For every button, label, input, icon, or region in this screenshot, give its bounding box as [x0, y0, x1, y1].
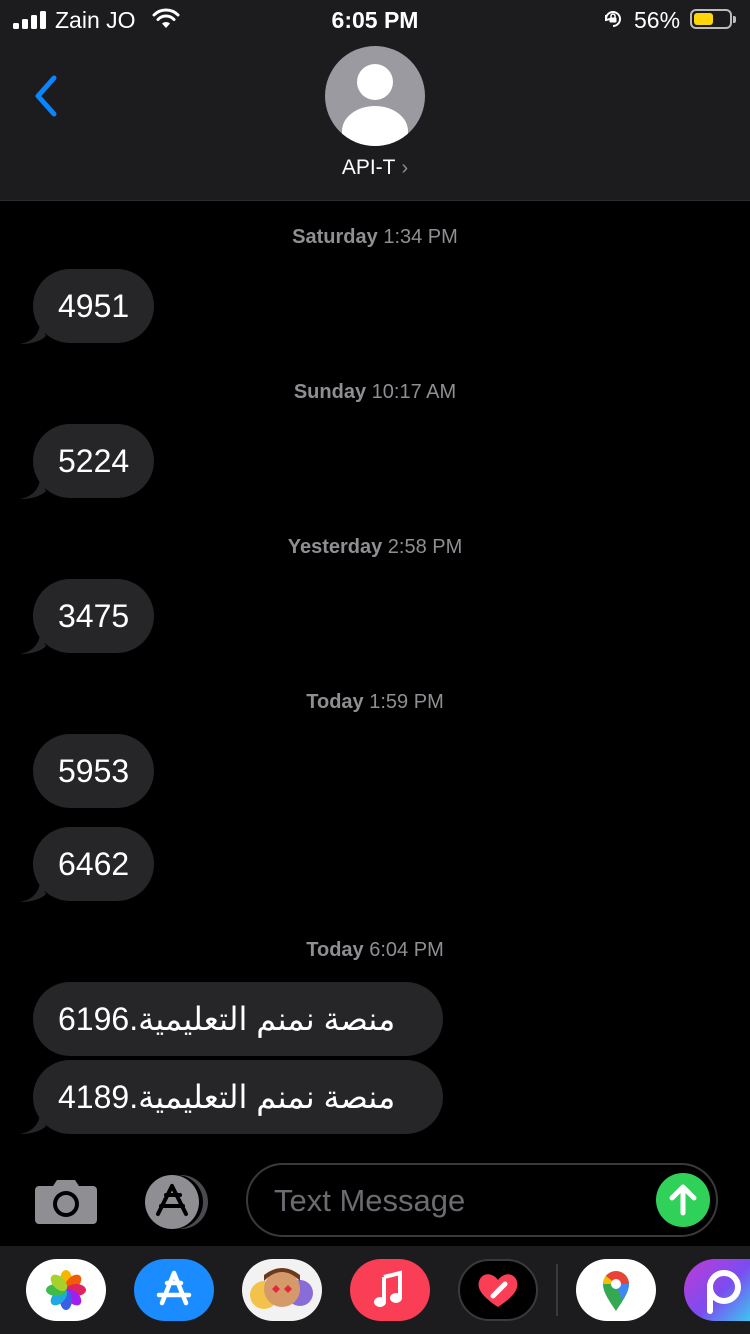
battery-icon — [690, 9, 736, 29]
camera-icon[interactable] — [35, 1178, 97, 1224]
app-store-icon[interactable] — [134, 1259, 214, 1321]
battery-nub — [733, 16, 736, 23]
picsart-icon[interactable] — [684, 1259, 750, 1321]
orientation-lock-icon — [605, 11, 621, 27]
timestamp: Yesterday 2:58 PM — [287, 536, 463, 558]
message-input-placeholder: Text Message — [274, 1183, 466, 1218]
battery-level-fill — [694, 13, 713, 25]
music-icon[interactable] — [350, 1259, 430, 1321]
app-drawer — [0, 1246, 750, 1334]
incoming-message-bubble[interactable]: منصة نمنم التعليمية.4189 — [33, 1060, 443, 1134]
avatar-head — [357, 64, 393, 100]
timestamp: Today 6:04 PM — [306, 939, 444, 961]
chevron-right-icon: › — [401, 157, 409, 179]
incoming-message-bubble[interactable]: 3475 — [33, 579, 155, 653]
google-maps-icon[interactable] — [576, 1259, 656, 1321]
contact-name: API-T — [341, 156, 396, 179]
digital-touch-icon[interactable] — [458, 1259, 538, 1321]
incoming-message-bubble[interactable]: منصة نمنم التعليمية.6196 — [33, 982, 443, 1056]
incoming-message-bubble[interactable]: 6462 — [33, 827, 155, 901]
incoming-message-bubble[interactable]: 4951 — [33, 269, 155, 343]
timestamp: Sunday 10:17 AM — [293, 381, 457, 403]
drawer-divider — [556, 1264, 558, 1316]
photos-icon[interactable] — [26, 1259, 106, 1321]
message-input[interactable]: Text Message — [246, 1163, 718, 1237]
chevron-left-icon[interactable] — [28, 72, 68, 120]
status-bar: Zain JO 6:05 PM 56% — [0, 0, 750, 40]
conversation-header: API-T › — [0, 40, 750, 201]
incoming-message-bubble[interactable]: 5953 — [33, 734, 155, 808]
timestamp: Saturday 1:34 PM — [292, 226, 458, 248]
timestamp: Today 1:59 PM — [306, 691, 444, 713]
send-button[interactable] — [656, 1173, 710, 1227]
memoji-icon[interactable] — [242, 1259, 322, 1321]
contact-avatar[interactable] — [325, 46, 425, 146]
battery-percent: 56% — [634, 7, 681, 33]
incoming-message-bubble[interactable]: 5224 — [33, 424, 155, 498]
avatar-body — [342, 106, 408, 146]
app-store-drawer-button[interactable] — [140, 1175, 212, 1229]
contact-name-button[interactable]: API-T › — [0, 156, 750, 180]
arrow-up-icon — [669, 1184, 697, 1216]
